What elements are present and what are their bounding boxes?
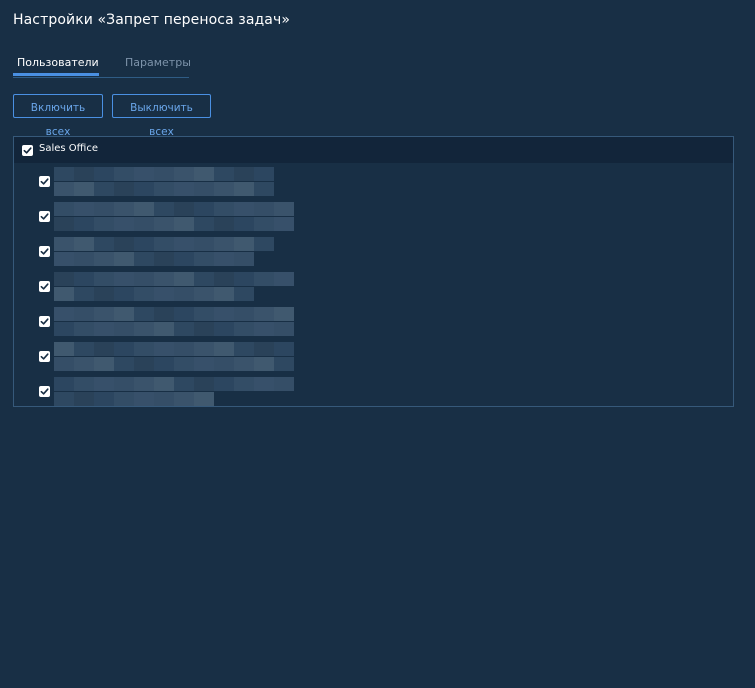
group-label: Sales Office [39, 143, 98, 154]
enable-all-button[interactable]: Включить всех [13, 94, 103, 138]
checkmark-icon [40, 318, 49, 325]
disable-all-button[interactable]: Выключить всех [112, 94, 211, 138]
page-title: Настройки «Запрет переноса задач» [13, 12, 291, 28]
user-name-redacted [54, 377, 294, 407]
user-row [14, 202, 733, 232]
user-checkbox[interactable] [39, 386, 50, 397]
checkmark-icon [40, 283, 49, 290]
checkmark-icon [40, 353, 49, 360]
group-checkbox[interactable] [22, 145, 33, 156]
user-checkbox[interactable] [39, 246, 50, 257]
user-row [14, 167, 733, 197]
user-name-redacted [54, 237, 274, 267]
user-row [14, 272, 733, 302]
user-checkbox[interactable] [39, 281, 50, 292]
checkmark-icon [40, 248, 49, 255]
user-name-redacted [54, 272, 294, 302]
checkmark-icon [40, 178, 49, 185]
tab-users[interactable]: Пользователи [13, 55, 99, 76]
user-row [14, 377, 733, 407]
tab-parameters[interactable]: Параметры [125, 55, 191, 76]
user-checkbox[interactable] [39, 316, 50, 327]
user-name-redacted [54, 167, 274, 197]
user-row [14, 237, 733, 267]
checkmark-icon [40, 213, 49, 220]
checkmark-icon [40, 388, 49, 395]
tab-bar: Пользователи Параметры [13, 55, 191, 78]
user-row [14, 342, 733, 372]
group-row-sales-office: Sales Office [14, 137, 733, 163]
user-row [14, 307, 733, 337]
settings-page: Настройки «Запрет переноса задач» Пользо… [0, 0, 755, 688]
user-name-redacted [54, 342, 294, 372]
users-list: Sales Office [13, 136, 734, 407]
user-checkbox[interactable] [39, 176, 50, 187]
user-checkbox[interactable] [39, 351, 50, 362]
user-name-redacted [54, 307, 294, 337]
user-name-redacted [54, 202, 294, 232]
checkmark-icon [23, 147, 32, 154]
user-checkbox[interactable] [39, 211, 50, 222]
